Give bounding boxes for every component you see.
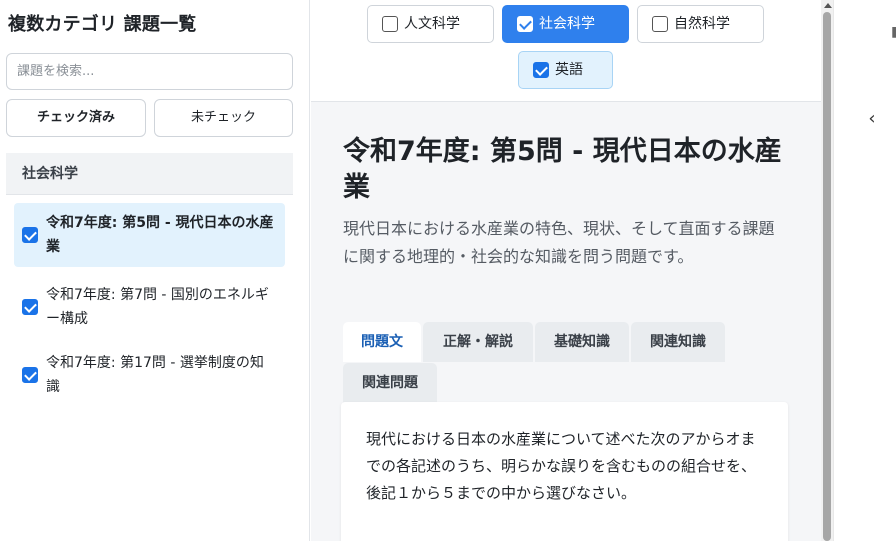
scrollbar-thumb[interactable] [823, 12, 831, 541]
tab-related-problems[interactable]: 関連問題 [343, 363, 437, 403]
list-item[interactable]: 令和7年度: 第17問 - 選挙制度の知識 [14, 343, 285, 407]
sidebar-title: 複数カテゴリ 課題一覧 [8, 14, 197, 35]
filter-unchecked-button[interactable]: 未チェック [154, 99, 293, 137]
checkbox[interactable] [22, 299, 38, 315]
category-chip-english[interactable]: 英語 [518, 51, 613, 89]
list-item-label: 令和7年度: 第5問 - 現代日本の水産業 [46, 215, 274, 255]
category-label: 人文科学 [404, 16, 460, 32]
tab-answer[interactable]: 正解・解説 [423, 322, 533, 362]
list-item-label: 令和7年度: 第17問 - 選挙制度の知識 [46, 355, 264, 395]
category-filter-bar: 人文科学 社会科学 自然科学 英語 [311, 0, 821, 102]
tab-related-knowledge[interactable]: 関連知識 [631, 322, 725, 362]
checkbox[interactable] [517, 16, 533, 32]
checkbox[interactable] [382, 16, 398, 32]
right-panel [833, 0, 896, 541]
category-chip-humanities[interactable]: 人文科学 [367, 5, 494, 43]
checkbox[interactable] [22, 227, 38, 243]
search-input[interactable] [6, 53, 293, 90]
tab-question[interactable]: 問題文 [343, 322, 421, 362]
panel-edge-icon: ■ [891, 24, 896, 50]
question-text: 現代における日本の水産業について述べた次のアからオまでの各記述のうち、明らかな誤… [366, 430, 757, 502]
category-label: 社会科学 [539, 16, 595, 32]
group-header-social-science: 社会科学 [6, 153, 293, 195]
filter-checked-button[interactable]: チェック済み [6, 99, 146, 137]
scroll-up-arrow-icon[interactable] [824, 3, 832, 8]
category-label: 英語 [555, 62, 583, 78]
sidebar: 複数カテゴリ 課題一覧 チェック済み 未チェック 社会科学 令和7年度: 第5問… [0, 0, 310, 541]
list-item[interactable]: 令和7年度: 第5問 - 現代日本の水産業 [14, 203, 285, 267]
chevron-left-icon[interactable]: ‹ [862, 108, 882, 130]
category-chip-social-science[interactable]: 社会科学 [502, 5, 629, 43]
checkbox[interactable] [652, 16, 668, 32]
category-chip-natural-science[interactable]: 自然科学 [637, 5, 764, 43]
checkbox[interactable] [22, 367, 38, 383]
list-item[interactable]: 令和7年度: 第7問 - 国別のエネルギー構成 [14, 275, 285, 339]
category-label: 自然科学 [674, 16, 730, 32]
list-item-label: 令和7年度: 第7問 - 国別のエネルギー構成 [46, 287, 269, 327]
checkbox[interactable] [533, 62, 549, 78]
app-window: 複数カテゴリ 課題一覧 チェック済み 未チェック 社会科学 令和7年度: 第5問… [0, 0, 896, 541]
problem-description: 現代日本における水産業の特色、現状、そして直面する課題に関する地理的・社会的な知… [343, 219, 775, 266]
tab-basics[interactable]: 基礎知識 [535, 322, 629, 362]
problem-title: 令和7年度: 第5問 - 現代日本の水産業 [343, 136, 782, 203]
question-panel: 現代における日本の水産業について述べた次のアからオまでの各記述のうち、明らかな誤… [341, 402, 788, 541]
problem-detail: 令和7年度: 第5問 - 現代日本の水産業 現代日本における水産業の特色、現状、… [311, 102, 821, 541]
